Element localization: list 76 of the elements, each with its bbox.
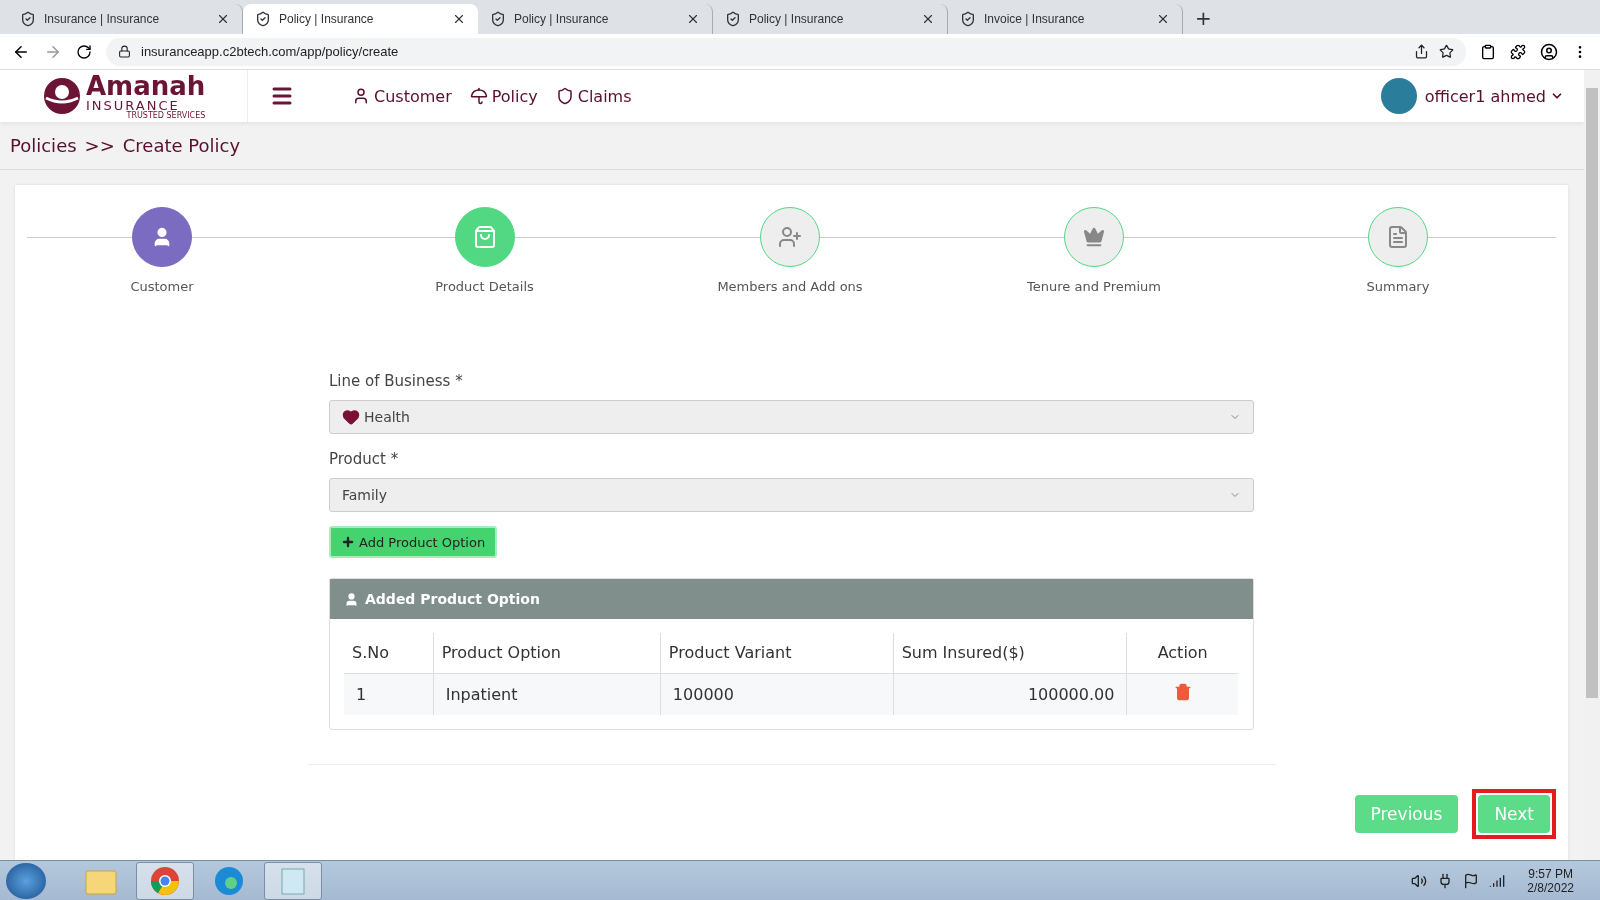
column-header: Sum Insured($)	[893, 633, 1127, 673]
flag-icon[interactable]	[1463, 872, 1480, 889]
plus-icon	[341, 535, 355, 549]
close-icon[interactable]	[216, 12, 230, 26]
table-cell: Inpatient	[433, 673, 661, 715]
person-icon	[344, 591, 359, 607]
nav-link[interactable]: Customer	[352, 86, 452, 106]
avatar[interactable]	[1380, 78, 1417, 114]
heart-icon	[342, 408, 360, 426]
table-cell: 100000	[660, 673, 894, 715]
clock[interactable]: 9:57 PM 2/8/2022	[1527, 866, 1574, 895]
close-icon[interactable]	[1156, 12, 1170, 26]
user-menu[interactable]: officer1 ahmed	[1424, 86, 1564, 106]
browser-logo-icon[interactable]	[150, 865, 180, 896]
shield-icon	[960, 11, 976, 27]
browser-tab[interactable]: Policy | Insurance	[243, 4, 478, 34]
step-label: Tenure and Premium	[1027, 279, 1161, 294]
step-label: Product Details	[435, 279, 534, 294]
step-circle[interactable]	[1368, 207, 1428, 267]
url-text: insuranceapp.c2btech.com/app/policy/create	[141, 44, 399, 59]
add-product-option-button[interactable]: Add Product Option	[329, 526, 498, 558]
reload-icon[interactable]	[76, 43, 92, 60]
signal-icon[interactable]	[1489, 872, 1506, 889]
crown-icon	[1083, 226, 1105, 248]
close-icon[interactable]	[686, 12, 700, 26]
shield-icon	[490, 11, 506, 27]
volume-icon[interactable]	[1411, 872, 1428, 889]
document-icon	[1386, 225, 1410, 249]
lock-icon	[118, 45, 131, 58]
column-header: Action	[1126, 633, 1238, 673]
scrollbar[interactable]	[1584, 70, 1600, 860]
column-header: S.No	[344, 633, 434, 673]
breadcrumb-current: Create Policy	[122, 135, 241, 156]
step-circle[interactable]	[1064, 207, 1124, 267]
shield-icon	[255, 11, 271, 27]
delete-icon[interactable]	[1173, 683, 1192, 702]
product-select[interactable]: Family	[329, 478, 1254, 512]
shield-icon	[725, 11, 741, 27]
new-tab-button[interactable]: +	[1183, 6, 1224, 34]
line-of-business-select[interactable]: Health	[329, 400, 1254, 434]
step-label: Summary	[1366, 279, 1430, 294]
step-circle[interactable]	[132, 207, 192, 267]
nav-link[interactable]: Claims	[555, 86, 632, 106]
share-icon[interactable]	[1414, 44, 1429, 59]
clipboard-icon[interactable]	[1480, 43, 1496, 60]
step-label: Members and Add ons	[717, 279, 863, 294]
logo-mark-icon	[42, 76, 82, 116]
address-bar[interactable]: insuranceapp.c2btech.com/app/policy/create	[106, 37, 1466, 66]
start-button[interactable]	[6, 862, 46, 899]
bag-icon	[472, 225, 497, 249]
extensions-icon[interactable]	[1510, 43, 1526, 60]
column-header: Product Option	[433, 633, 661, 673]
field-label: Line of Business *	[329, 372, 464, 390]
shield-icon	[20, 11, 36, 27]
profile-icon[interactable]	[1540, 42, 1558, 61]
column-header: Product Variant	[660, 633, 894, 673]
field-label: Product *	[329, 450, 400, 468]
bookmark-icon[interactable]	[1439, 44, 1454, 59]
logo-subtitle: INSURANCE	[86, 98, 180, 112]
person-icon	[352, 87, 370, 105]
umbrella-icon	[469, 87, 488, 105]
table-cell: 1	[344, 673, 434, 715]
table-cell: 100000.00	[893, 673, 1127, 715]
breadcrumb-separator: >>	[84, 135, 115, 156]
nav-link[interactable]: Policy	[469, 86, 538, 106]
logo[interactable]: Amanah INSURANCE TRUSTED SERVICES	[0, 70, 248, 122]
breadcrumb-link[interactable]: Policies	[10, 135, 77, 156]
add-people-icon	[778, 225, 802, 249]
shield-icon	[555, 87, 574, 105]
logo-name: Amanah	[86, 72, 206, 99]
step-circle[interactable]	[760, 207, 820, 267]
step-label: Customer	[130, 279, 194, 294]
close-icon[interactable]	[452, 12, 466, 26]
panel-title: Added Product Option	[365, 591, 540, 607]
logo-tagline: TRUSTED SERVICES	[126, 111, 206, 120]
close-icon[interactable]	[921, 12, 935, 26]
